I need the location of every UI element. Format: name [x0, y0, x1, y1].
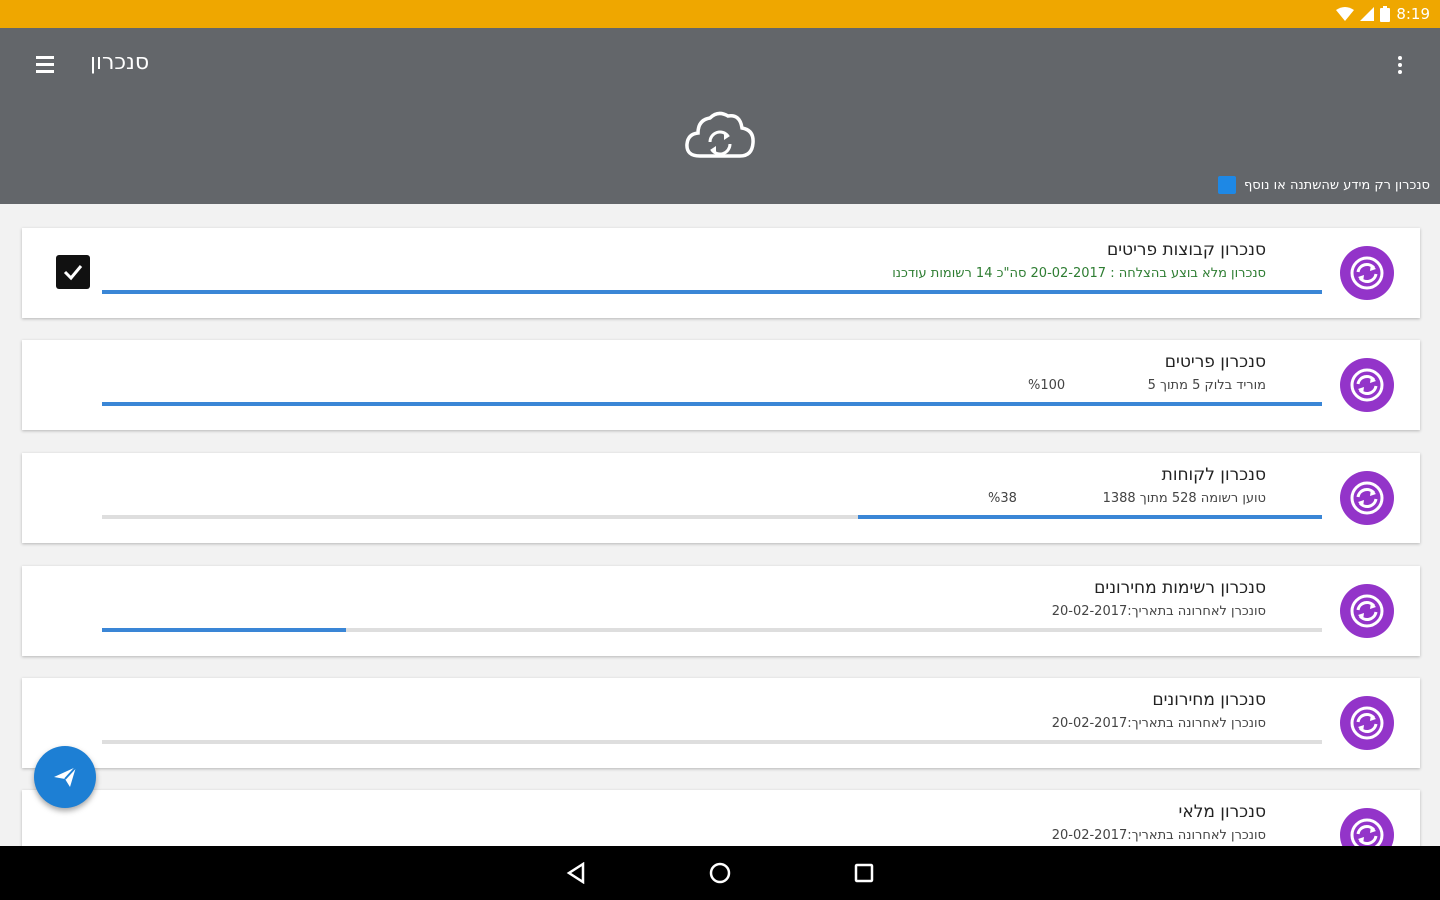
wifi-icon	[1336, 7, 1355, 21]
nav-home-button[interactable]	[704, 857, 736, 889]
changed-only-option: סנכרון רק מידע שהשתנה או נוסף	[1217, 176, 1430, 194]
battery-icon	[1380, 6, 1391, 22]
page-title: סנכרון	[90, 50, 150, 75]
progress-fill	[102, 402, 1322, 406]
progress-fill	[102, 290, 1322, 294]
progress-fill	[858, 515, 1322, 519]
card-title: סנכרון פריטים	[1164, 352, 1266, 372]
menu-button[interactable]	[30, 50, 60, 78]
card-status: סנכרון מלא בוצע בהצלחה : 20-02-2017 סה"כ…	[892, 266, 1266, 281]
status-time: 8:19	[1396, 5, 1430, 23]
completed-checkbox[interactable]	[56, 255, 90, 289]
send-icon	[54, 766, 77, 787]
sync-icon	[1350, 481, 1384, 515]
changed-only-checkbox[interactable]	[1217, 176, 1236, 194]
card-title: סנכרון מלאי	[1178, 802, 1266, 822]
signal-icon	[1360, 7, 1375, 21]
overflow-menu-button[interactable]	[1390, 52, 1410, 78]
card-status: סונכרן לאחרונה בתאריך:20-02-2017	[1051, 828, 1266, 843]
card-title: סנכרון קבוצות פריטים	[1106, 240, 1266, 260]
sync-button[interactable]	[1340, 471, 1394, 525]
card-status: סונכרן לאחרונה בתאריך:20-02-2017	[1051, 716, 1266, 731]
progress-bar	[102, 402, 1322, 406]
progress-bar	[102, 628, 1322, 632]
sync-card-items[interactable]: סנכרון פריטים מוריד בלוק 5 מתוך 5 %100	[22, 340, 1420, 430]
progress-fill	[102, 628, 346, 632]
home-circle-icon	[709, 862, 731, 884]
sync-icon	[1350, 706, 1384, 740]
sync-button[interactable]	[1340, 584, 1394, 638]
progress-bar	[102, 515, 1322, 519]
cloud-sync-icon	[685, 111, 755, 158]
hamburger-icon	[36, 55, 54, 59]
card-title: סנכרון לקוחות	[1161, 465, 1266, 485]
more-vert-icon	[1398, 56, 1402, 60]
sync-card-price-lists[interactable]: סנכרון רשימות מחירונים סונכרן לאחרונה בת…	[22, 566, 1420, 656]
card-title: סנכרון מחירונים	[1152, 690, 1266, 710]
sync-icon	[1350, 256, 1384, 290]
card-status: טוען רשומה 528 מתוך 1388	[1102, 491, 1266, 506]
sync-button[interactable]	[1340, 696, 1394, 750]
back-triangle-icon	[566, 862, 585, 884]
sync-button[interactable]	[1340, 246, 1394, 300]
recent-square-icon	[854, 863, 874, 883]
nav-back-button[interactable]	[560, 857, 592, 889]
status-icons: 8:19	[1336, 0, 1430, 28]
sync-card-customers[interactable]: סנכרון לקוחות טוען רשומה 528 מתוך 1388 %…	[22, 453, 1420, 543]
progress-bar	[102, 290, 1322, 294]
progress-bar	[102, 740, 1322, 744]
check-icon	[63, 265, 83, 281]
status-bar: 8:19	[0, 0, 1440, 28]
sync-card-item-groups[interactable]: סנכרון קבוצות פריטים סנכרון מלא בוצע בהצ…	[22, 228, 1420, 318]
send-fab[interactable]	[34, 746, 96, 808]
card-status: מוריד בלוק 5 מתוך 5	[1147, 378, 1266, 393]
sync-card-prices[interactable]: סנכרון מחירונים סונכרן לאחרונה בתאריך:20…	[22, 678, 1420, 768]
nav-recent-button[interactable]	[848, 857, 880, 889]
card-title: סנכרון רשימות מחירונים	[1094, 578, 1266, 598]
sync-icon	[1350, 368, 1384, 402]
sync-icon	[1350, 594, 1384, 628]
sync-button[interactable]	[1340, 358, 1394, 412]
card-status: סונכרן לאחרונה בתאריך:20-02-2017	[1051, 604, 1266, 619]
card-percent: %100	[1028, 378, 1066, 393]
app-bar: סנכרון סנכרון רק מידע שהשתנה או נוסף	[0, 28, 1440, 204]
card-percent: %38	[988, 491, 1017, 506]
changed-only-label: סנכרון רק מידע שהשתנה או נוסף	[1243, 177, 1430, 193]
system-nav-bar	[0, 846, 1440, 900]
